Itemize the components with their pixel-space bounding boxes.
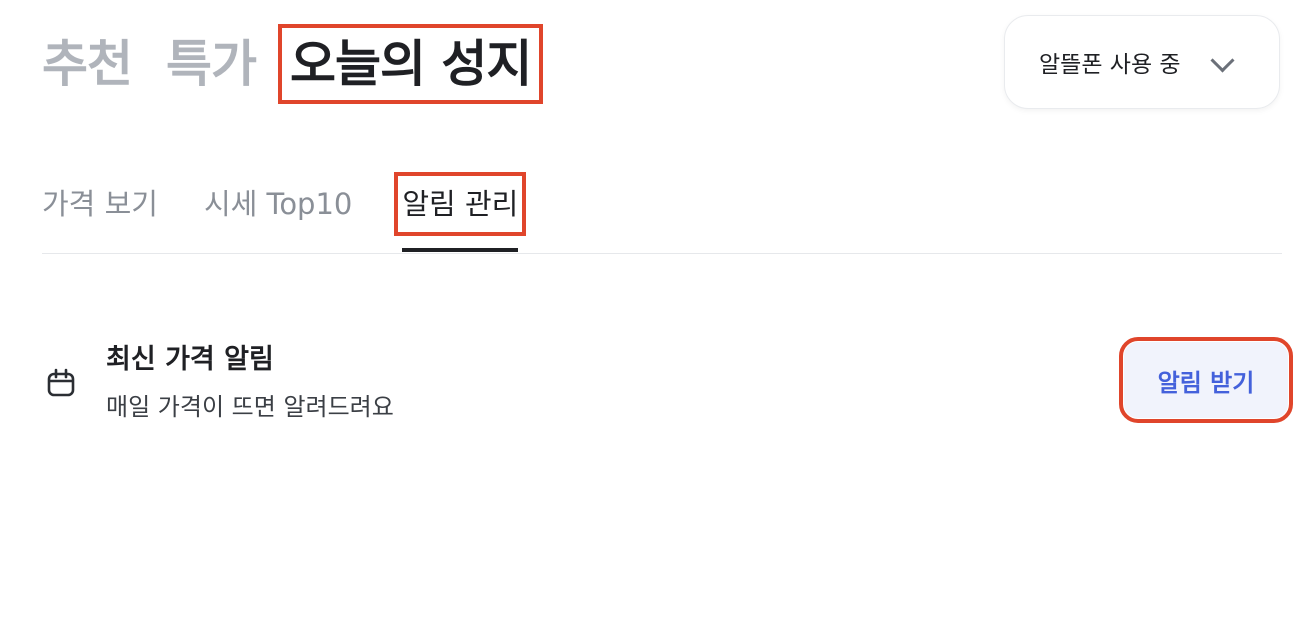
- tab-recommend[interactable]: 추천: [42, 32, 133, 96]
- tab-price-top10[interactable]: 시세 Top10: [204, 176, 352, 232]
- calendar-icon: [47, 368, 75, 397]
- price-alert-row: 최신 가격 알림 매일 가격이 뜨면 알려드려요 알림 받기: [46, 337, 1293, 430]
- page: 추천 특가 오늘의 성지 알뜰폰 사용 중 가격 보기 시세 Top10 알림 …: [0, 0, 1312, 626]
- active-tab-indicator: [402, 248, 518, 252]
- tab-special-deals[interactable]: 특가: [166, 32, 257, 96]
- alert-description: 매일 가격이 뜨면 알려드려요: [106, 393, 394, 421]
- receive-alert-button[interactable]: 알림 받기: [1119, 337, 1293, 423]
- chevron-down-icon: [1210, 48, 1235, 73]
- carrier-selector-label: 알뜰폰 사용 중: [1039, 52, 1181, 78]
- tab-view-prices[interactable]: 가격 보기: [42, 176, 158, 232]
- alert-title: 최신 가격 알림: [106, 344, 274, 375]
- tab-todays-holy-land[interactable]: 오늘의 성지: [277, 24, 544, 104]
- tab-divider: [42, 253, 1282, 254]
- sub-tabs: 가격 보기 시세 Top10 알림 관리: [42, 172, 527, 236]
- top-category-tabs: 추천 특가 오늘의 성지: [42, 24, 544, 104]
- carrier-selector-button[interactable]: 알뜰폰 사용 중: [1004, 15, 1280, 109]
- tab-alert-management[interactable]: 알림 관리: [394, 172, 527, 236]
